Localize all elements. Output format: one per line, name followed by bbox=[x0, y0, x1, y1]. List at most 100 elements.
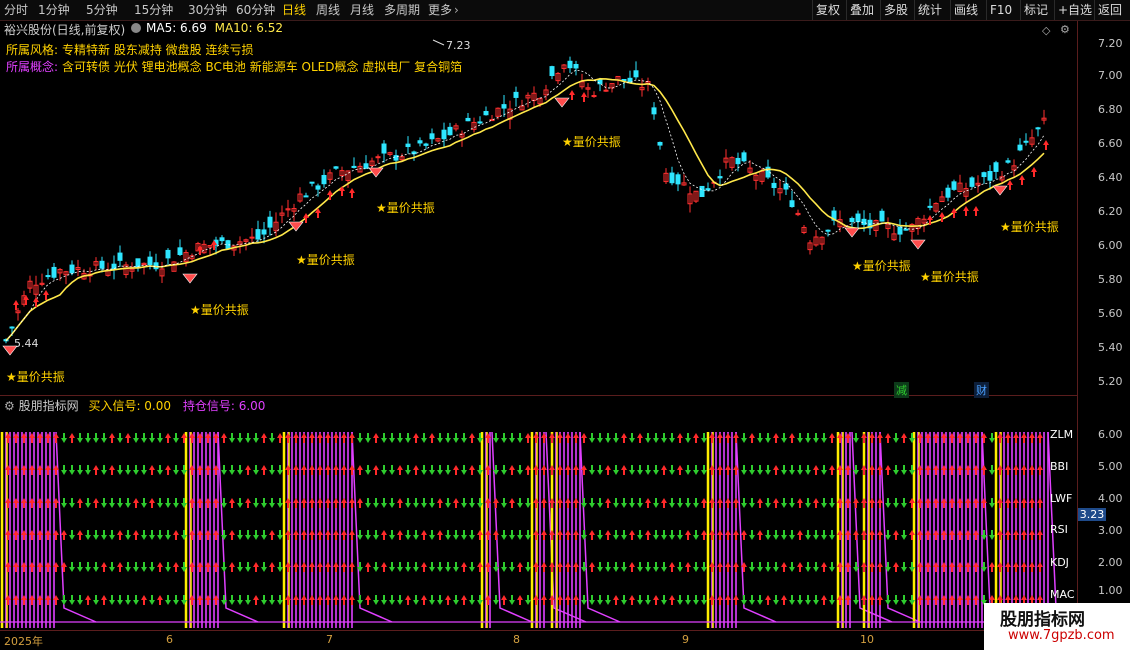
row-down-arrow bbox=[597, 433, 603, 443]
row-up-arrow bbox=[541, 498, 547, 508]
row-down-arrow bbox=[93, 530, 99, 540]
row-up-arrow bbox=[725, 595, 731, 605]
row-up-arrow bbox=[1021, 530, 1027, 540]
row-up-arrow bbox=[573, 562, 579, 572]
row-up-arrow bbox=[557, 562, 563, 572]
back-button[interactable]: 返回 bbox=[1094, 0, 1125, 20]
row-down-arrow bbox=[397, 562, 403, 572]
row-up-arrow bbox=[661, 498, 667, 508]
row-up-arrow bbox=[381, 530, 387, 540]
row-up-arrow bbox=[85, 595, 91, 605]
row-up-arrow bbox=[829, 465, 835, 475]
row-down-arrow bbox=[597, 562, 603, 572]
row-down-arrow bbox=[621, 530, 627, 540]
panel-divider bbox=[0, 395, 1077, 396]
row-up-arrow bbox=[229, 530, 235, 540]
row-down-arrow bbox=[445, 498, 451, 508]
row-up-arrow bbox=[757, 498, 763, 508]
row-down-arrow bbox=[901, 530, 907, 540]
row-down-arrow bbox=[445, 530, 451, 540]
row-down-arrow bbox=[269, 465, 275, 475]
row-up-arrow bbox=[717, 465, 723, 475]
row-up-arrow bbox=[869, 595, 875, 605]
row-down-arrow bbox=[253, 433, 259, 443]
row-down-arrow bbox=[701, 562, 707, 572]
row-up-arrow bbox=[573, 530, 579, 540]
row-down-arrow bbox=[453, 562, 459, 572]
row-up-arrow bbox=[717, 433, 723, 443]
row-down-arrow bbox=[661, 562, 667, 572]
row-up-arrow bbox=[997, 498, 1003, 508]
resonance-label: ★量价共振 bbox=[562, 135, 621, 149]
row-down-arrow bbox=[277, 530, 283, 540]
row-up-arrow bbox=[397, 530, 403, 540]
row-up-arrow bbox=[149, 498, 155, 508]
row-down-arrow bbox=[461, 498, 467, 508]
price-tick: 5.40 bbox=[1098, 341, 1123, 354]
row-up-arrow bbox=[885, 465, 891, 475]
gem-icon bbox=[182, 273, 198, 284]
row-down-arrow bbox=[885, 595, 891, 605]
row-down-arrow bbox=[229, 465, 235, 475]
candle-body bbox=[897, 226, 903, 235]
row-down-arrow bbox=[125, 595, 131, 605]
settings-icon[interactable]: ⚙ bbox=[4, 399, 15, 413]
row-up-arrow bbox=[877, 595, 883, 605]
row-down-arrow bbox=[413, 595, 419, 605]
candle-body bbox=[423, 143, 429, 146]
candle-body bbox=[927, 205, 933, 208]
candle-body bbox=[501, 104, 507, 109]
row-up-arrow bbox=[509, 465, 515, 475]
watermark-logo: 股朋指标网 www.7gpzb.com bbox=[984, 603, 1130, 650]
row-up-arrow bbox=[533, 530, 539, 540]
row-down-arrow bbox=[261, 498, 267, 508]
row-down-arrow bbox=[517, 433, 523, 443]
candle-body bbox=[861, 218, 867, 225]
row-down-arrow bbox=[525, 498, 531, 508]
row-down-arrow bbox=[613, 433, 619, 443]
row-up-arrow bbox=[637, 433, 643, 443]
row-down-arrow bbox=[701, 465, 707, 475]
row-up-arrow bbox=[1037, 433, 1043, 443]
event-reduce-marker[interactable]: 减 bbox=[894, 382, 909, 398]
row-up-arrow bbox=[765, 595, 771, 605]
row-up-arrow bbox=[309, 433, 315, 443]
row-down-arrow bbox=[413, 498, 419, 508]
row-up-arrow bbox=[565, 465, 571, 475]
candle-body bbox=[45, 275, 51, 278]
row-down-arrow bbox=[413, 530, 419, 540]
row-down-arrow bbox=[901, 465, 907, 475]
row-down-arrow bbox=[469, 562, 475, 572]
ma10-line bbox=[5, 77, 1045, 342]
row-up-arrow bbox=[413, 465, 419, 475]
row-down-arrow bbox=[373, 595, 379, 605]
row-down-arrow bbox=[157, 530, 163, 540]
row-label-lwf: LWF bbox=[1050, 492, 1073, 505]
row-down-arrow bbox=[421, 465, 427, 475]
row-up-arrow bbox=[253, 562, 259, 572]
row-up-arrow bbox=[733, 562, 739, 572]
kline-chart[interactable]: 7.23 5.44 ★量价共振 ★量价共振 ★量价共振 ★量价共振 ★量价共振 ★量价共振 ★量… bbox=[0, 0, 1077, 636]
row-down-arrow bbox=[357, 595, 363, 605]
candle-body bbox=[651, 107, 657, 115]
row-down-arrow bbox=[525, 530, 531, 540]
row-down-arrow bbox=[173, 433, 179, 443]
candle-body bbox=[363, 163, 369, 169]
row-up-arrow bbox=[517, 595, 523, 605]
row-down-arrow bbox=[813, 433, 819, 443]
row-up-arrow bbox=[1005, 433, 1011, 443]
row-up-arrow bbox=[309, 465, 315, 475]
event-finance-marker[interactable]: 财 bbox=[974, 382, 989, 398]
row-up-arrow bbox=[317, 530, 323, 540]
row-down-arrow bbox=[69, 595, 75, 605]
row-down-arrow bbox=[373, 530, 379, 540]
row-up-arrow bbox=[1005, 562, 1011, 572]
indicator-name[interactable]: 股朋指标网 bbox=[19, 399, 79, 413]
row-down-arrow bbox=[357, 433, 363, 443]
row-down-arrow bbox=[253, 530, 259, 540]
up-arrow-icon bbox=[581, 92, 587, 102]
row-down-arrow bbox=[77, 465, 83, 475]
indicator-tick: 5.00 bbox=[1098, 460, 1123, 473]
row-down-arrow bbox=[237, 562, 243, 572]
row-down-arrow bbox=[685, 465, 691, 475]
